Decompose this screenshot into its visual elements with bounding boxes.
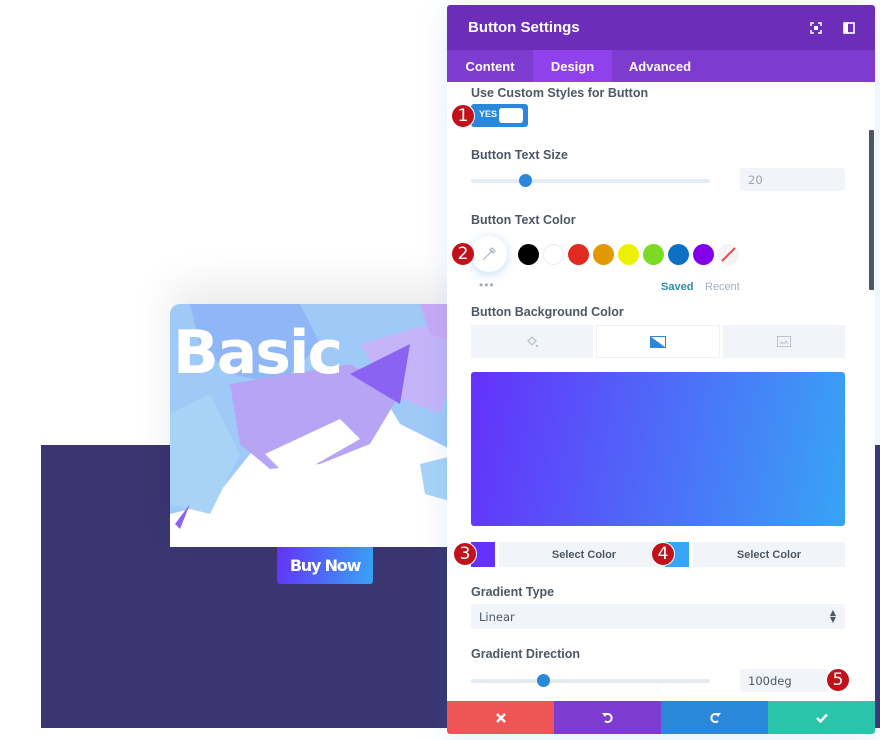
- text-size-label: Button Text Size: [471, 148, 568, 162]
- gradient-type-label: Gradient Type: [471, 585, 555, 599]
- more-colors-button[interactable]: •••: [479, 278, 495, 292]
- bg-tab-image[interactable]: [723, 325, 845, 358]
- undo-button[interactable]: [554, 701, 661, 734]
- gradient-direction-slider[interactable]: [471, 674, 710, 687]
- gradient-end-stop[interactable]: Select Color: [665, 542, 845, 567]
- gradient-type-value: Linear: [479, 609, 515, 624]
- redo-button[interactable]: [661, 701, 768, 734]
- toggle-state-text: YES: [479, 109, 498, 119]
- text-color-label: Button Text Color: [471, 213, 576, 227]
- saved-colors-tab[interactable]: Saved: [661, 281, 693, 293]
- color-swatch[interactable]: [693, 244, 714, 265]
- gradient-icon: [650, 335, 666, 348]
- discard-button[interactable]: [447, 701, 554, 734]
- gradient-direction-input[interactable]: 100deg: [740, 669, 828, 692]
- tab-design[interactable]: Design: [533, 50, 612, 82]
- undo-icon: [601, 712, 613, 723]
- redo-icon: [709, 712, 721, 723]
- background-color-label: Button Background Color: [471, 305, 624, 319]
- step-badge-5: 5: [826, 668, 850, 692]
- color-swatch[interactable]: [668, 244, 689, 265]
- color-swatch[interactable]: [643, 244, 664, 265]
- card-title: Basic: [173, 318, 343, 388]
- color-swatch[interactable]: [518, 244, 539, 265]
- color-swatch[interactable]: [593, 244, 614, 265]
- save-button[interactable]: [768, 701, 875, 734]
- background-type-tabs: [471, 325, 845, 358]
- step-badge-3: 3: [453, 542, 477, 566]
- tab-content[interactable]: Content: [447, 50, 533, 82]
- step-badge-1: 1: [451, 104, 475, 128]
- custom-styles-toggle[interactable]: YES: [471, 104, 528, 127]
- color-swatch[interactable]: [543, 244, 564, 265]
- color-swatch[interactable]: [568, 244, 589, 265]
- expand-icon[interactable]: [810, 21, 822, 34]
- button-settings-panel: Button Settings Content Design Advanced …: [447, 5, 875, 734]
- buy-now-button[interactable]: Buy Now: [277, 547, 373, 584]
- slider-thumb[interactable]: [537, 674, 551, 687]
- toggle-knob: [499, 108, 523, 123]
- gradient-start-stop[interactable]: Select Color: [471, 542, 669, 567]
- text-size-input[interactable]: 20: [740, 168, 845, 191]
- color-swatch[interactable]: [618, 244, 639, 265]
- panel-footer: [447, 701, 875, 734]
- step-badge-2: 2: [451, 242, 475, 266]
- custom-styles-label: Use Custom Styles for Button: [471, 86, 649, 100]
- panel-title: Button Settings: [468, 19, 580, 36]
- color-fill-icon: [527, 335, 539, 347]
- gradient-preview: [471, 372, 845, 526]
- stage: Basic Buy Now Button Settings Content De…: [0, 0, 880, 740]
- step-badge-4: 4: [651, 542, 675, 566]
- panel-header: Button Settings: [447, 5, 875, 50]
- settings-body: Use Custom Styles for Button YES 1 Butto…: [447, 82, 875, 701]
- gradient-direction-label: Gradient Direction: [471, 647, 581, 661]
- settings-tabs: Content Design Advanced: [447, 50, 875, 82]
- color-picker-button[interactable]: [471, 236, 507, 272]
- text-size-slider[interactable]: [471, 174, 710, 187]
- recent-colors-tab[interactable]: Recent: [705, 281, 740, 293]
- tab-advanced[interactable]: Advanced: [612, 50, 708, 82]
- panel-scrollbar[interactable]: [869, 130, 874, 290]
- no-color-swatch[interactable]: [718, 244, 739, 265]
- select-color-button-end[interactable]: Select Color: [693, 542, 845, 567]
- blurb-card-image: Basic: [170, 304, 460, 547]
- slider-thumb[interactable]: [518, 174, 532, 187]
- checkmark-icon: [815, 713, 828, 723]
- gradient-type-select[interactable]: Linear ▲ ▼: [471, 604, 845, 629]
- eyedropper-icon: [482, 247, 496, 261]
- split-view-icon[interactable]: [843, 21, 855, 34]
- close-icon: [495, 712, 506, 723]
- select-color-button-start[interactable]: Select Color: [499, 542, 669, 567]
- select-arrows-icon: ▲ ▼: [829, 608, 836, 624]
- image-icon: [777, 336, 791, 347]
- bg-tab-gradient[interactable]: [596, 325, 720, 358]
- bg-tab-color[interactable]: [471, 325, 593, 358]
